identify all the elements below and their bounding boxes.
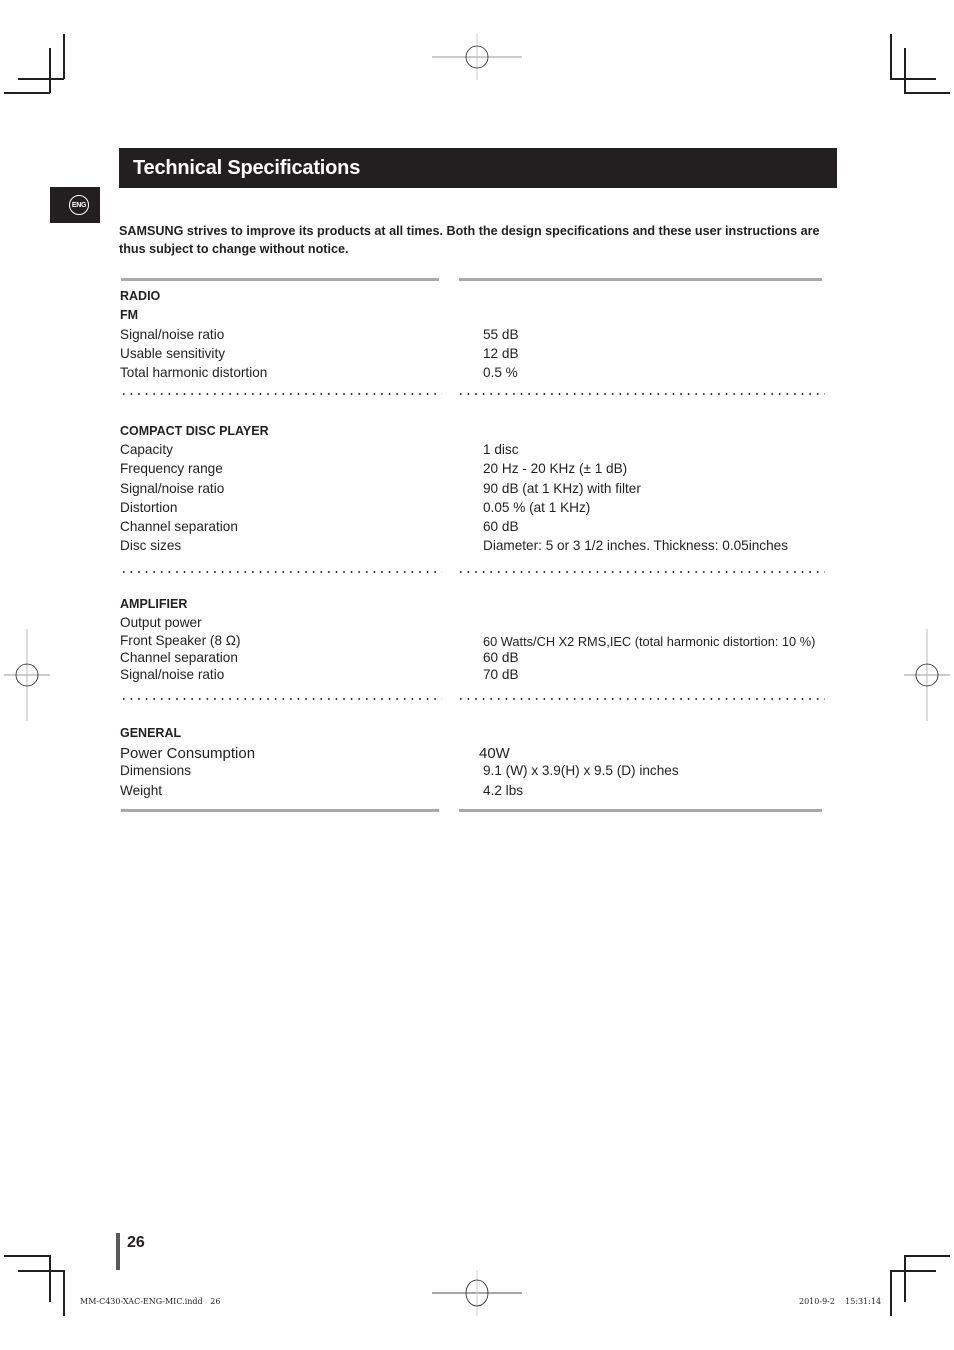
bottom-rule-left xyxy=(121,809,439,812)
spec-label: Signal/noise ratio xyxy=(120,327,225,342)
spec-value: 1 disc xyxy=(483,442,519,457)
disclaimer-notice: SAMSUNG strives to improve its products … xyxy=(119,224,820,256)
spec-value: 9.1 (W) x 3.9(H) x 9.5 (D) inches xyxy=(483,763,679,778)
spec-label: Power Consumption xyxy=(120,745,256,762)
crop-mark xyxy=(18,1270,64,1272)
spec-value: 70 dB xyxy=(483,667,519,682)
subheading-fm: FM xyxy=(120,308,139,322)
spec-value: 0.5 % xyxy=(483,365,518,380)
spec-value: Diameter: 5 or 3 1/2 inches. Thickness: … xyxy=(483,538,789,553)
dotted-divider xyxy=(120,571,442,573)
dotted-divider xyxy=(457,571,825,573)
crop-mark xyxy=(890,1270,892,1316)
crop-mark xyxy=(49,1255,51,1302)
crop-mark xyxy=(4,1255,50,1257)
spec-value: 90 dB (at 1 KHz) with filter xyxy=(483,481,641,496)
spec-label: Output power xyxy=(120,615,202,630)
spec-value: 55 dB xyxy=(483,327,519,342)
crop-mark xyxy=(4,92,50,94)
page-title: Technical Specifications xyxy=(133,157,361,179)
spec-value: 60 dB xyxy=(483,519,519,534)
crop-mark xyxy=(904,92,950,94)
language-tab: ENG xyxy=(50,187,100,223)
top-rule-right xyxy=(459,278,822,281)
section-heading-general: GENERAL xyxy=(120,726,182,740)
spec-label: Channel separation xyxy=(120,650,238,665)
dotted-divider xyxy=(457,698,825,700)
language-badge-icon: ENG xyxy=(69,195,89,215)
spec-label: Distortion xyxy=(120,500,178,515)
page-number: 26 xyxy=(127,1234,145,1251)
spec-label: Signal/noise ratio xyxy=(120,481,225,496)
crop-mark xyxy=(890,34,892,79)
file-slug: MM-C430-XAC-ENG-MIC.indd 26 xyxy=(80,1297,221,1306)
dotted-divider xyxy=(457,393,825,395)
spec-value: 20 Hz - 20 KHz (± 1 dB) xyxy=(483,461,628,476)
spec-label: Dimensions xyxy=(120,763,192,778)
spec-label: Disc sizes xyxy=(120,538,182,553)
section-heading-cd: COMPACT DISC PLAYER xyxy=(120,424,269,438)
spec-value: 0.05 % (at 1 KHz) xyxy=(483,500,591,515)
registration-mark-top xyxy=(432,34,522,80)
section-heading-amplifier: AMPLIFIER xyxy=(120,597,188,611)
spec-label: Front Speaker (8 Ω) xyxy=(120,633,241,648)
spec-label: Usable sensitivity xyxy=(120,346,226,361)
spec-value: 40W xyxy=(479,745,510,762)
crop-mark xyxy=(890,78,936,80)
title-bar: Technical Specifications xyxy=(119,148,837,188)
crop-mark xyxy=(63,1270,65,1316)
crop-mark xyxy=(63,34,65,79)
bottom-rule-right xyxy=(459,809,822,812)
spec-value: 12 dB xyxy=(483,346,519,361)
spec-label: Total harmonic distortion xyxy=(120,365,268,380)
crop-mark xyxy=(890,1270,936,1272)
date-slug: 2010-9-2 15:31:14 xyxy=(799,1297,882,1306)
dotted-divider xyxy=(120,393,442,395)
top-rule-left xyxy=(121,278,439,281)
registration-mark-left xyxy=(4,629,50,721)
spec-label: Capacity xyxy=(120,442,173,457)
page-number-bar xyxy=(116,1233,120,1270)
crop-mark xyxy=(904,1255,950,1257)
spec-value: 60 Watts/CH X2 RMS,IEC (total harmonic d… xyxy=(483,634,816,649)
registration-mark-right xyxy=(904,629,950,721)
crop-mark xyxy=(904,48,906,93)
registration-mark-bottom xyxy=(432,1270,522,1316)
spec-value: 4.2 lbs xyxy=(483,783,524,798)
crop-mark xyxy=(49,48,51,93)
crop-mark xyxy=(904,1255,906,1302)
section-heading-radio: RADIO xyxy=(120,289,161,303)
crop-mark xyxy=(18,78,64,80)
spec-label: Weight xyxy=(120,783,163,798)
spec-label: Channel separation xyxy=(120,519,238,534)
dotted-divider xyxy=(120,698,442,700)
spec-label: Signal/noise ratio xyxy=(120,667,225,682)
spec-label: Frequency range xyxy=(120,461,223,476)
spec-value: 60 dB xyxy=(483,650,519,665)
